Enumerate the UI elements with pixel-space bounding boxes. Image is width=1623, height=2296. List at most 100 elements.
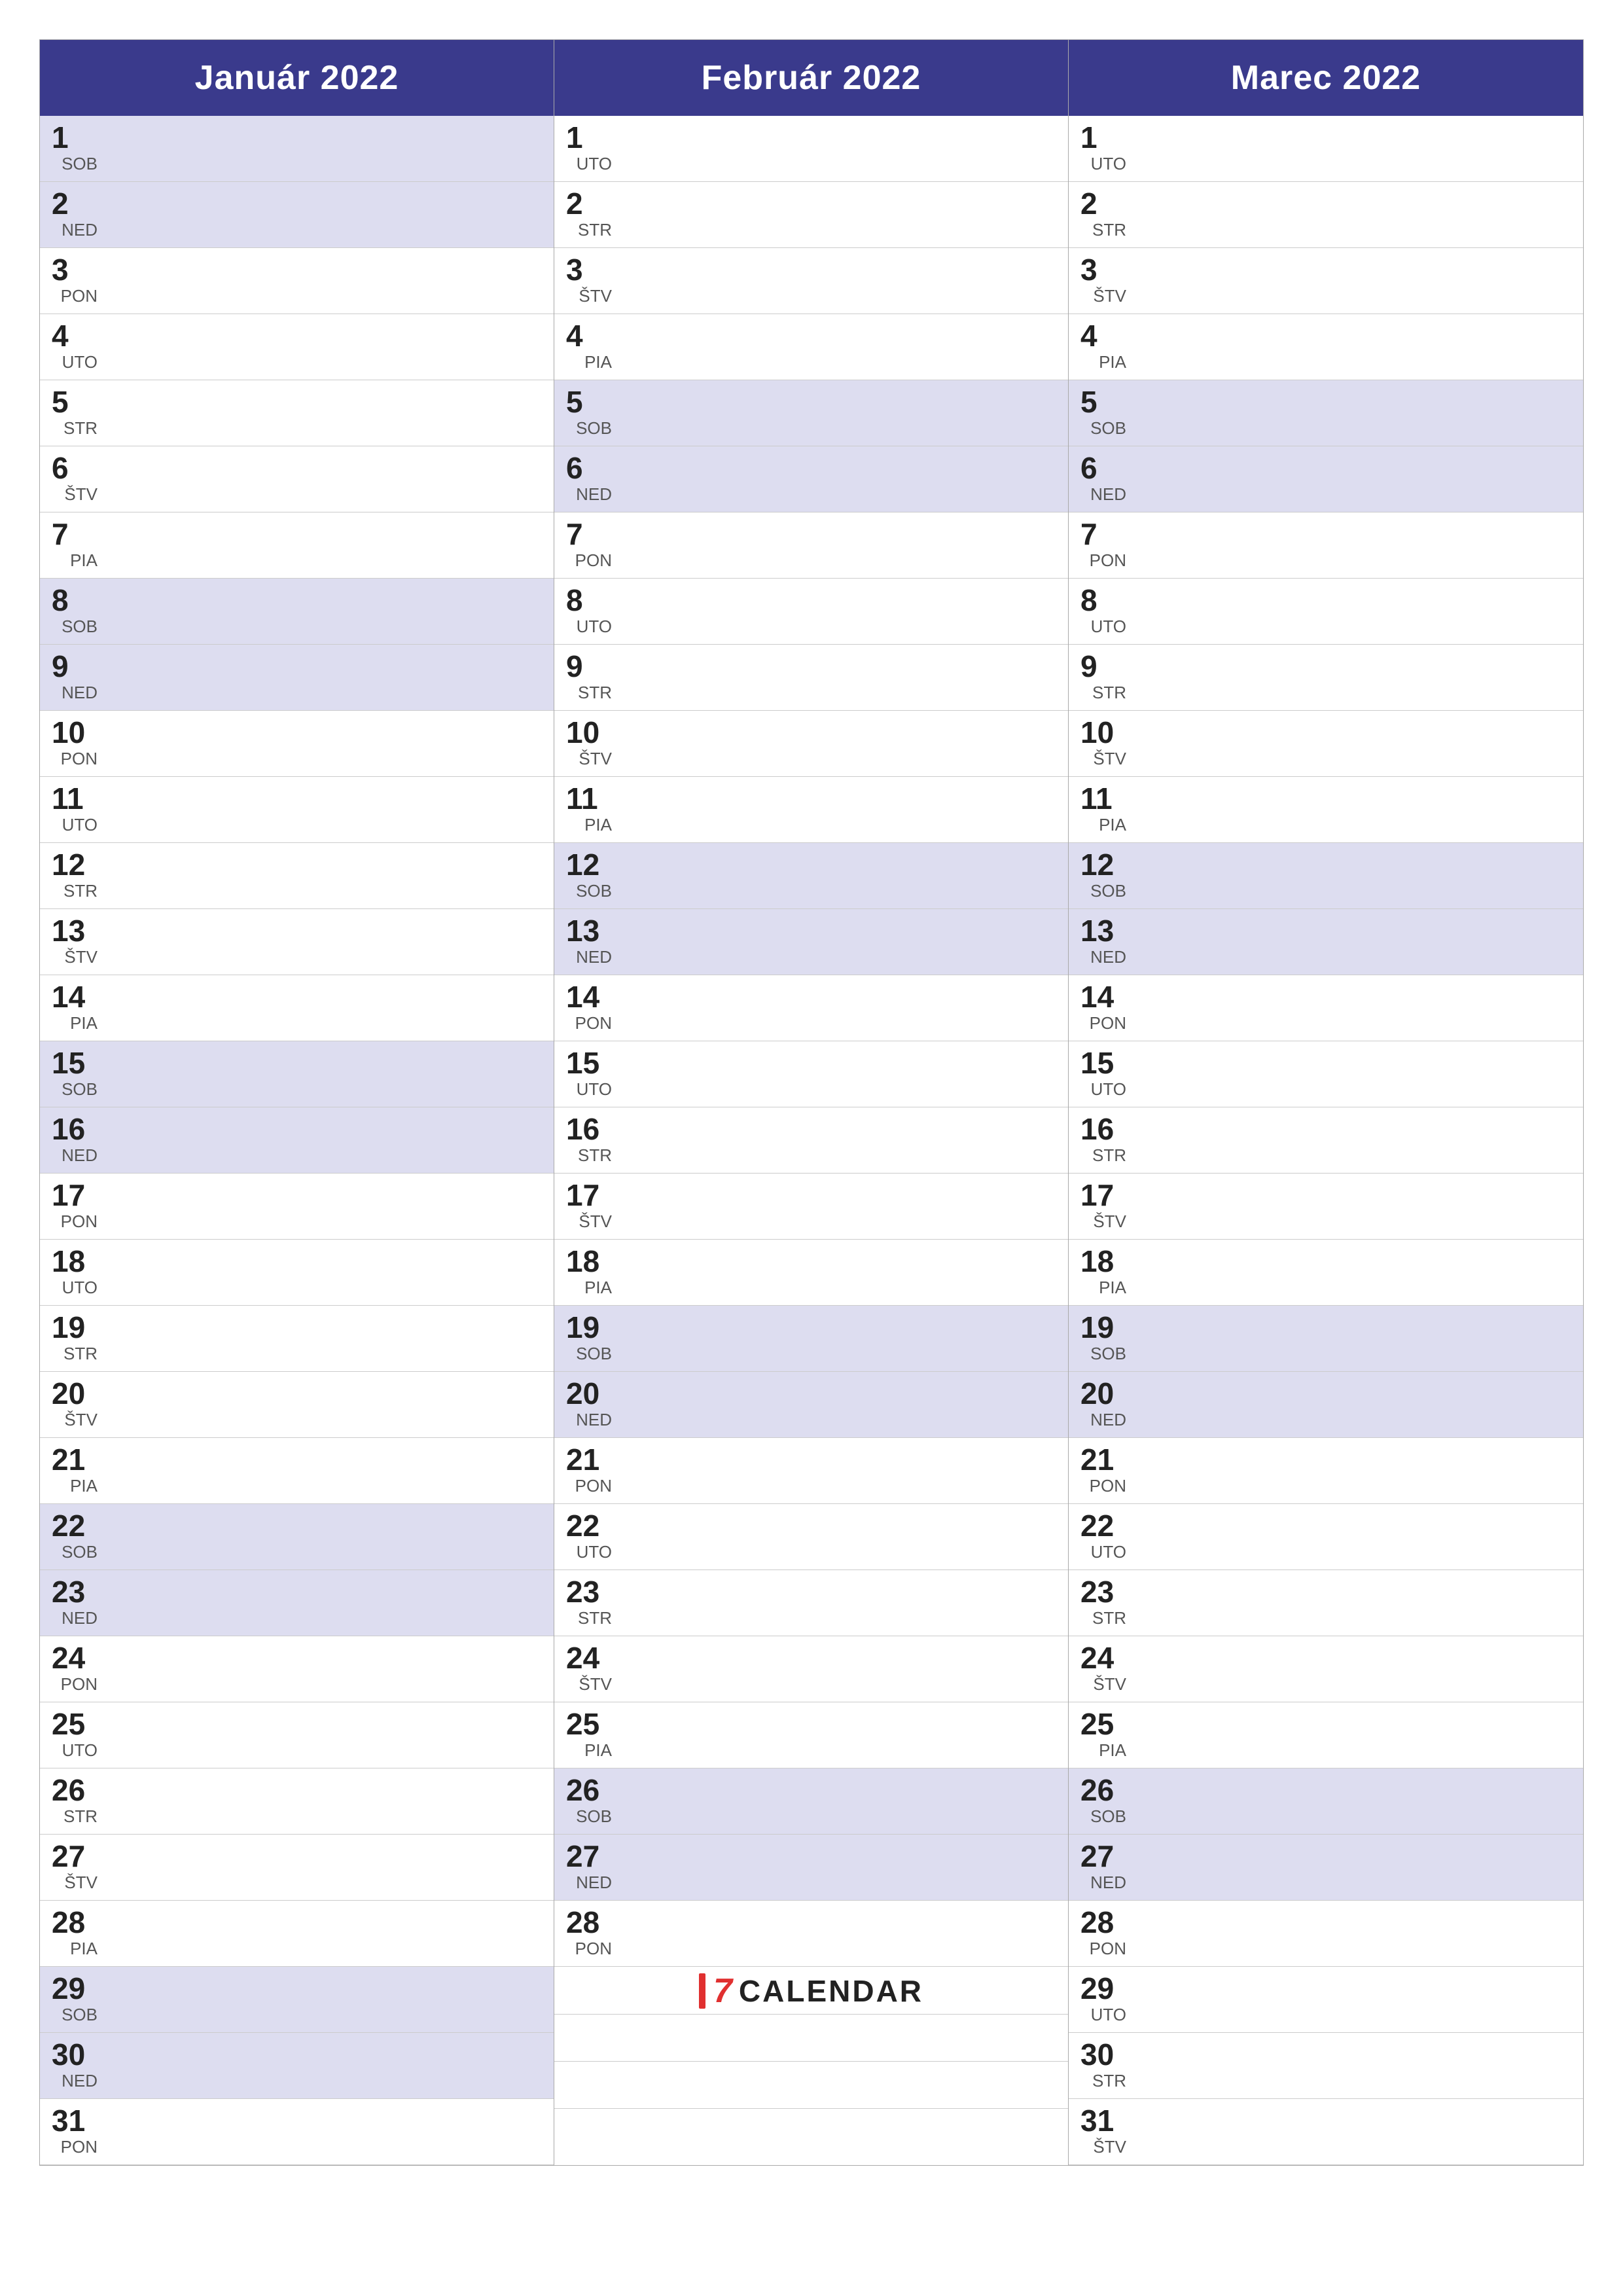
day-row-0-23: 24PON (40, 1636, 554, 1702)
day-content-0-16: 17PON (52, 1180, 98, 1234)
day-number-0-26: 27 (52, 1841, 98, 1871)
day-number-0-22: 23 (52, 1577, 98, 1607)
day-name-0-4: STR (63, 420, 98, 437)
day-content-0-17: 18UTO (52, 1246, 98, 1300)
day-content-2-7: 8UTO (1080, 585, 1126, 639)
day-number-1-10: 11 (566, 783, 612, 814)
day-name-2-24: PIA (1099, 1742, 1126, 1759)
day-number-2-18: 19 (1080, 1312, 1126, 1342)
day-name-2-28: UTO (1091, 2006, 1126, 2023)
day-number-0-17: 18 (52, 1246, 98, 1276)
day-content-2-28: 29UTO (1080, 1973, 1126, 2027)
day-number-0-27: 28 (52, 1907, 98, 1937)
day-content-1-25: 26SOB (566, 1775, 612, 1829)
day-content-2-23: 24ŠTV (1080, 1643, 1126, 1696)
day-content-0-10: 11UTO (52, 783, 98, 837)
day-number-2-2: 3 (1080, 255, 1126, 285)
day-name-2-12: NED (1090, 948, 1126, 965)
day-number-1-8: 9 (566, 651, 612, 681)
day-name-0-26: ŠTV (64, 1874, 98, 1891)
day-row-2-30: 31ŠTV (1069, 2099, 1583, 2165)
day-row-0-27: 28PIA (40, 1901, 554, 1967)
day-content-1-27: 28PON (566, 1907, 612, 1961)
day-number-2-23: 24 (1080, 1643, 1126, 1673)
day-name-0-15: NED (62, 1147, 98, 1164)
day-number-1-9: 10 (566, 717, 612, 747)
day-number-2-15: 16 (1080, 1114, 1126, 1144)
day-row-2-11: 12SOB (1069, 843, 1583, 909)
day-name-1-2: ŠTV (579, 287, 612, 304)
day-content-2-27: 28PON (1080, 1907, 1126, 1961)
day-number-2-25: 26 (1080, 1775, 1126, 1805)
month-header-1: Február 2022 (554, 40, 1068, 116)
day-content-0-28: 29SOB (52, 1973, 98, 2027)
day-row-2-1: 2STR (1069, 182, 1583, 248)
day-content-2-0: 1UTO (1080, 122, 1126, 176)
day-row-0-7: 8SOB (40, 579, 554, 645)
day-content-1-0: 1UTO (566, 122, 612, 176)
day-row-0-11: 12STR (40, 843, 554, 909)
day-content-0-15: 16NED (52, 1114, 98, 1168)
day-row-0-12: 13ŠTV (40, 909, 554, 975)
day-name-0-7: SOB (62, 618, 98, 635)
day-number-2-7: 8 (1080, 585, 1126, 615)
day-number-1-5: 6 (566, 453, 612, 483)
day-row-2-8: 9STR (1069, 645, 1583, 711)
day-name-1-15: STR (578, 1147, 612, 1164)
day-row-1-24: 25PIA (554, 1702, 1068, 1768)
day-row-0-18: 19STR (40, 1306, 554, 1372)
day-content-0-21: 22SOB (52, 1511, 98, 1564)
day-name-2-3: PIA (1099, 353, 1126, 370)
day-name-1-12: NED (576, 948, 612, 965)
logo-text: CALENDAR (739, 1973, 923, 2009)
day-number-1-18: 19 (566, 1312, 612, 1342)
day-content-1-1: 2STR (566, 188, 612, 242)
day-content-0-13: 14PIA (52, 982, 98, 1035)
day-row-1-8: 9STR (554, 645, 1068, 711)
day-row-2-5: 6NED (1069, 446, 1583, 512)
day-row-empty-1-30 (554, 2062, 1068, 2109)
day-name-1-18: SOB (576, 1345, 612, 1362)
day-number-1-1: 2 (566, 188, 612, 219)
day-row-1-7: 8UTO (554, 579, 1068, 645)
day-name-2-18: SOB (1090, 1345, 1126, 1362)
day-content-1-6: 7PON (566, 519, 612, 573)
day-row-2-10: 11PIA (1069, 777, 1583, 843)
day-name-1-3: PIA (584, 353, 612, 370)
day-content-1-5: 6NED (566, 453, 612, 507)
day-row-0-17: 18UTO (40, 1240, 554, 1306)
day-row-0-9: 10PON (40, 711, 554, 777)
day-content-2-3: 4PIA (1080, 321, 1126, 374)
day-name-0-29: NED (62, 2072, 98, 2089)
day-row-1-13: 14PON (554, 975, 1068, 1041)
day-name-2-21: UTO (1091, 1543, 1126, 1560)
day-name-0-1: NED (62, 221, 98, 238)
day-row-1-0: 1UTO (554, 116, 1068, 182)
day-content-2-24: 25PIA (1080, 1709, 1126, 1763)
day-number-1-0: 1 (566, 122, 612, 152)
day-number-0-0: 1 (52, 122, 98, 152)
day-row-2-14: 15UTO (1069, 1041, 1583, 1107)
day-name-1-11: SOB (576, 882, 612, 899)
day-number-1-6: 7 (566, 519, 612, 549)
day-number-0-4: 5 (52, 387, 98, 417)
day-content-1-19: 20NED (566, 1378, 612, 1432)
day-number-2-11: 12 (1080, 850, 1126, 880)
day-row-1-14: 15UTO (554, 1041, 1068, 1107)
day-number-0-16: 17 (52, 1180, 98, 1210)
day-content-2-8: 9STR (1080, 651, 1126, 705)
day-number-2-5: 6 (1080, 453, 1126, 483)
day-row-1-12: 13NED (554, 909, 1068, 975)
day-number-2-6: 7 (1080, 519, 1126, 549)
day-name-2-19: NED (1090, 1411, 1126, 1428)
day-number-1-26: 27 (566, 1841, 612, 1871)
day-content-2-18: 19 SOB (1080, 1312, 1126, 1366)
day-row-2-29: 30STR (1069, 2033, 1583, 2099)
day-number-2-0: 1 (1080, 122, 1126, 152)
day-content-2-29: 30STR (1080, 2039, 1126, 2093)
day-content-0-25: 26STR (52, 1775, 98, 1829)
day-number-0-5: 6 (52, 453, 98, 483)
day-row-0-3: 4UTO (40, 314, 554, 380)
day-name-1-22: STR (578, 1609, 612, 1626)
day-number-0-25: 26 (52, 1775, 98, 1805)
